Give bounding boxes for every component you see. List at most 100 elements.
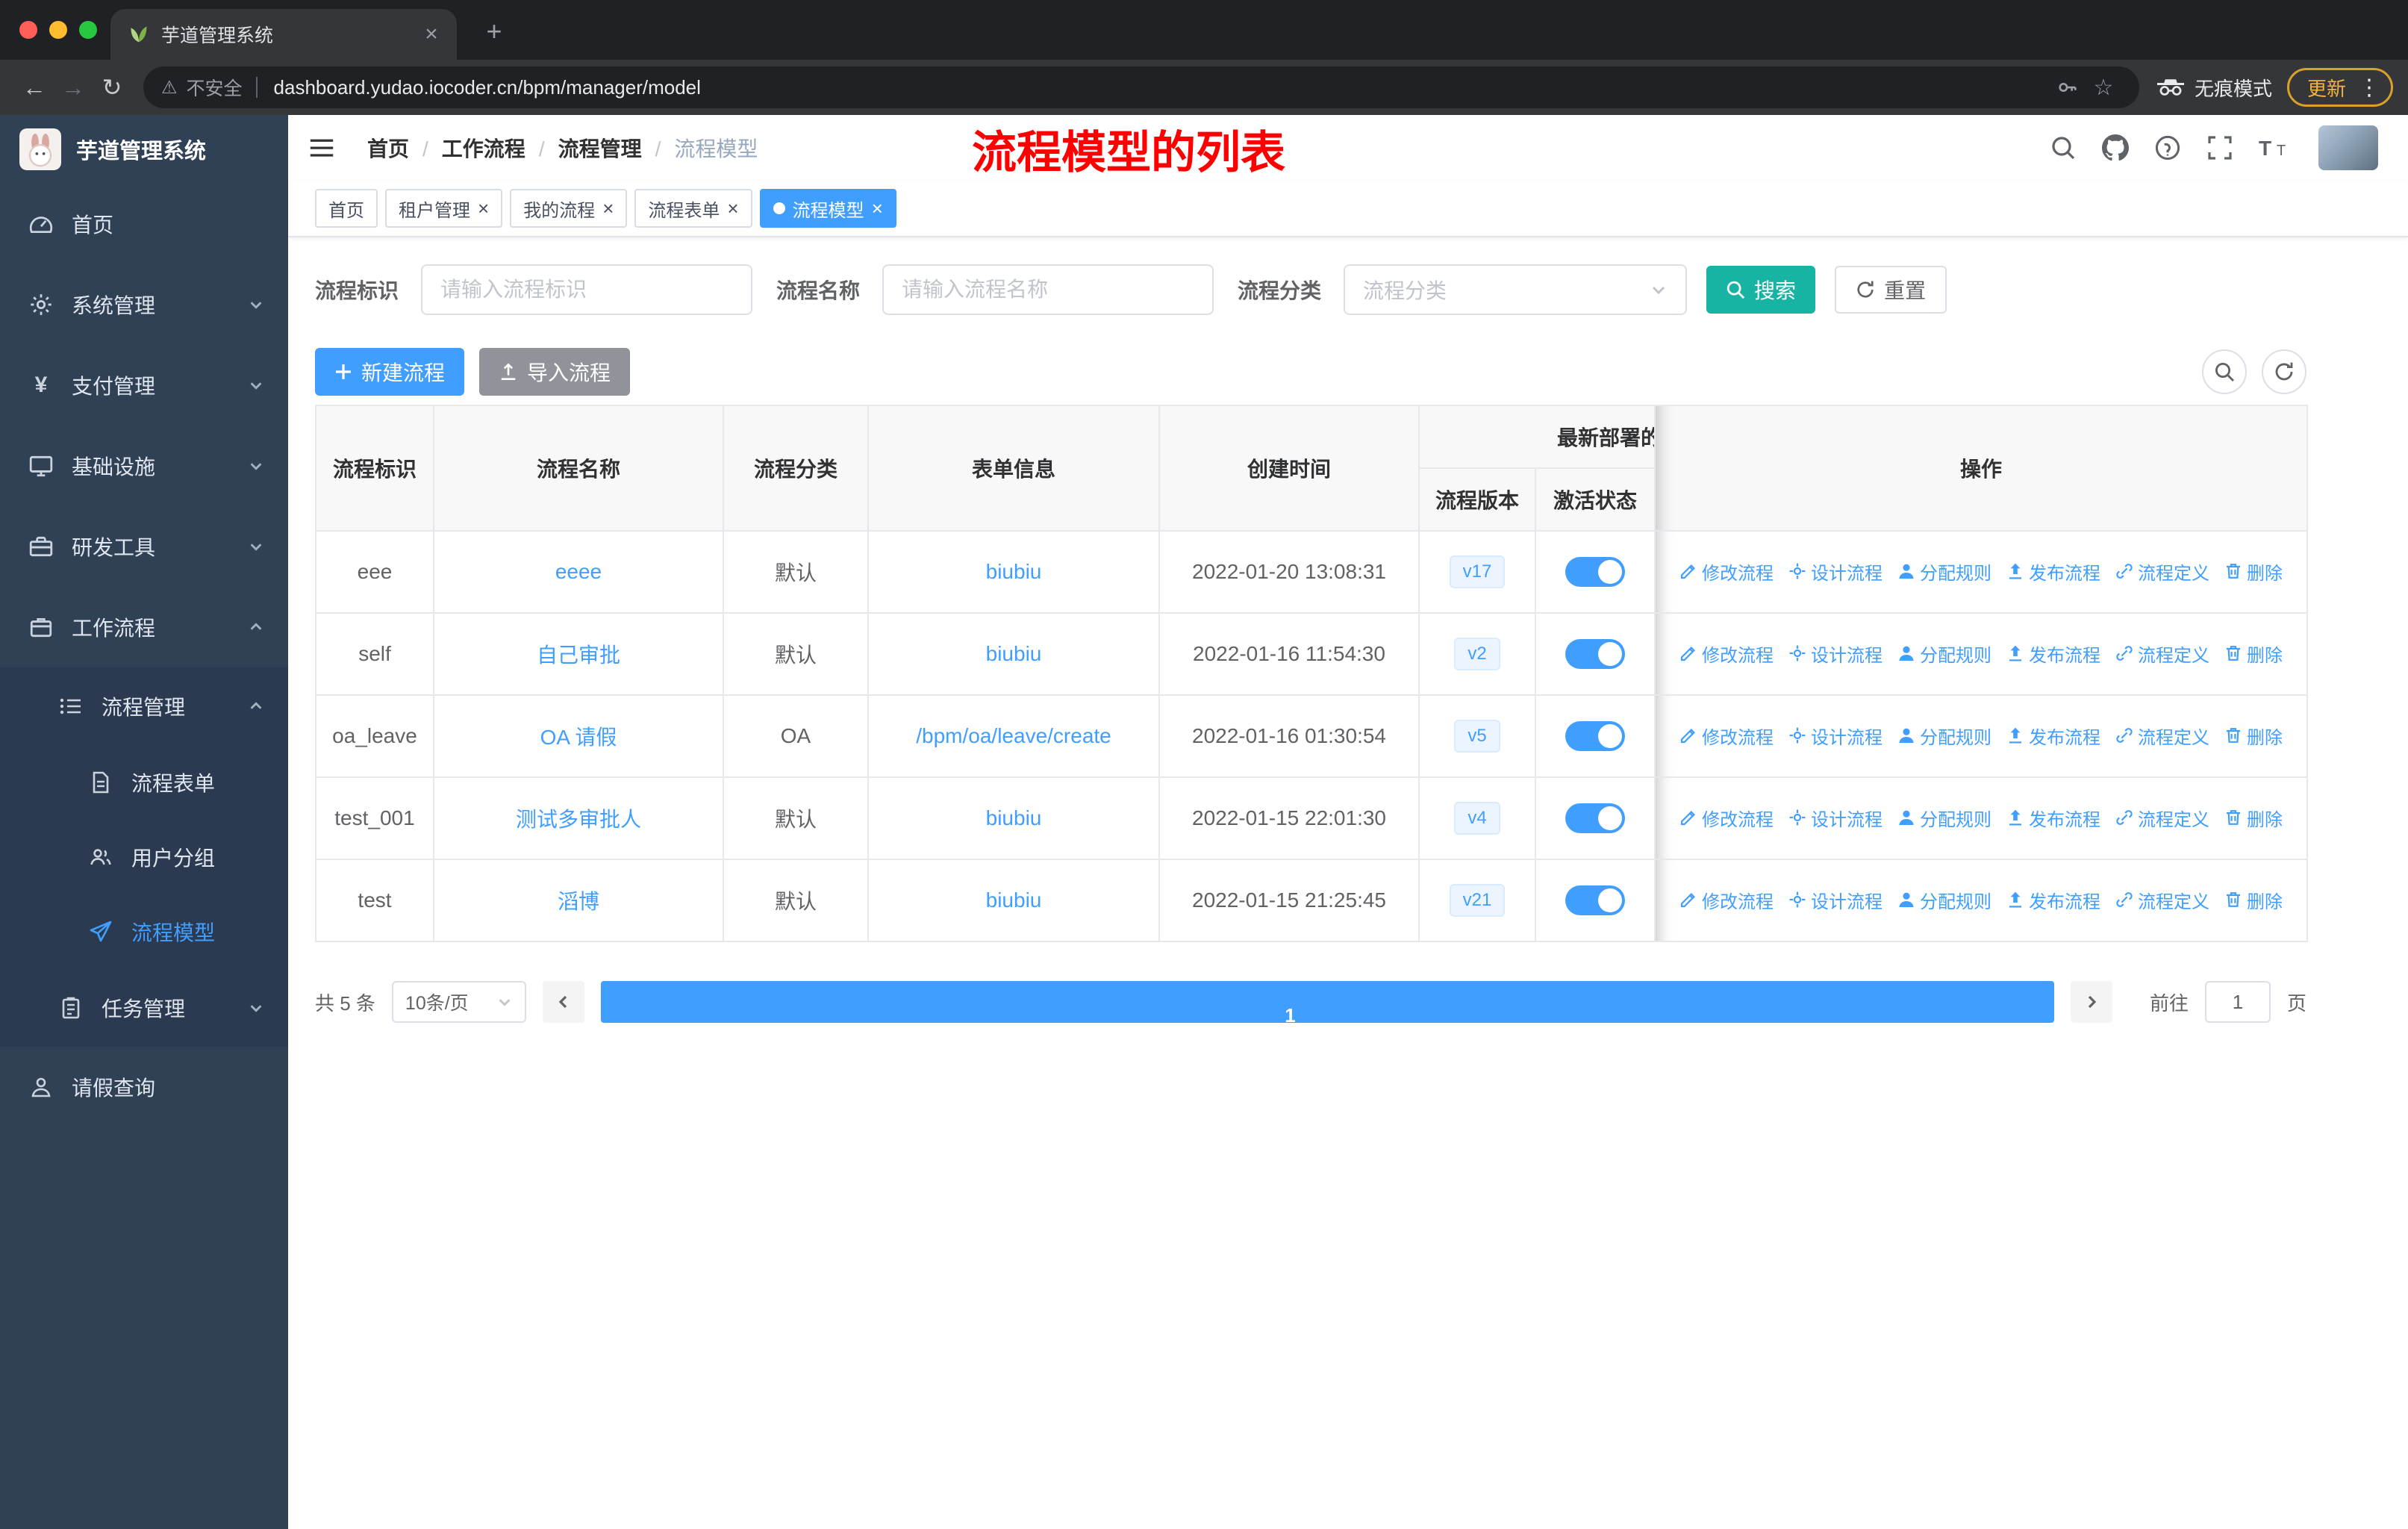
breadcrumb-process-management[interactable]: 流程管理 <box>558 133 675 163</box>
breadcrumb-home[interactable]: 首页 <box>367 133 442 163</box>
tag-tenant-management[interactable]: 租户管理 <box>385 189 503 228</box>
assign-rule-link[interactable]: 分配规则 <box>1897 887 1991 913</box>
refresh-table-button[interactable] <box>2262 349 2306 394</box>
sidebar-item-workflow[interactable]: 工作流程 <box>0 587 288 667</box>
browser-tab[interactable]: 芋道管理系统 <box>110 9 457 60</box>
process-definition-link[interactable]: 流程定义 <box>2115 641 2209 667</box>
browser-update-button[interactable]: 更新 <box>2286 68 2393 107</box>
modify-process-link[interactable]: 修改流程 <box>1679 805 1774 831</box>
publish-process-link[interactable]: 发布流程 <box>2006 723 2100 749</box>
process-definition-link[interactable]: 流程定义 <box>2115 558 2209 585</box>
form-info-link[interactable]: biubiu <box>986 888 1042 912</box>
toggle-search-button[interactable] <box>2202 349 2247 394</box>
bookmark-star-icon[interactable] <box>2086 75 2121 101</box>
design-process-link[interactable]: 设计流程 <box>1788 558 1883 585</box>
delete-link[interactable]: 删除 <box>2224 641 2283 667</box>
activation-toggle[interactable] <box>1565 721 1625 751</box>
tag-process-form[interactable]: 流程表单 <box>634 189 752 228</box>
modify-process-link[interactable]: 修改流程 <box>1679 887 1774 913</box>
modify-process-link[interactable]: 修改流程 <box>1679 558 1774 585</box>
search-button[interactable]: 搜索 <box>1706 266 1816 314</box>
page-number-1[interactable]: 1 <box>600 981 2054 1027</box>
sidebar-item-devtools[interactable]: 研发工具 <box>0 506 288 587</box>
sidebar-item-process-form[interactable]: 流程表单 <box>0 745 288 820</box>
reset-button[interactable]: 重置 <box>1835 266 1947 314</box>
delete-link[interactable]: 删除 <box>2224 723 2283 749</box>
close-icon[interactable] <box>602 197 614 220</box>
sidebar-item-home[interactable]: 首页 <box>0 184 288 264</box>
goto-page-input[interactable] <box>2204 981 2271 1023</box>
breadcrumb-workflow[interactable]: 工作流程 <box>442 133 558 163</box>
github-icon[interactable] <box>2102 134 2129 161</box>
modify-process-link[interactable]: 修改流程 <box>1679 723 1774 749</box>
security-warning-icon[interactable] <box>161 77 178 99</box>
delete-link[interactable]: 删除 <box>2224 558 2283 585</box>
prev-page-button[interactable] <box>542 981 584 1023</box>
process-name-input[interactable] <box>882 264 1214 315</box>
process-definition-link[interactable]: 流程定义 <box>2115 805 2209 831</box>
tag-my-process[interactable]: 我的流程 <box>510 189 628 228</box>
process-key-input[interactable] <box>421 264 753 315</box>
close-icon[interactable] <box>872 197 883 220</box>
form-info-link[interactable]: biubiu <box>986 560 1042 583</box>
search-icon[interactable] <box>2050 134 2077 161</box>
process-name-link[interactable]: 测试多审批人 <box>516 808 641 831</box>
assign-rule-link[interactable]: 分配规则 <box>1897 723 1991 749</box>
sidebar-item-process-management[interactable]: 流程管理 <box>0 667 288 745</box>
assign-rule-link[interactable]: 分配规则 <box>1897 558 1991 585</box>
process-name-link[interactable]: 自己审批 <box>537 644 620 667</box>
form-info-link[interactable]: biubiu <box>986 806 1042 829</box>
forward-button[interactable] <box>54 68 93 107</box>
new-tab-button[interactable] <box>478 15 511 48</box>
design-process-link[interactable]: 设计流程 <box>1788 723 1883 749</box>
sidebar-item-payment[interactable]: 支付管理 <box>0 345 288 426</box>
tag-home[interactable]: 首页 <box>315 189 378 228</box>
zoom-window-button[interactable] <box>79 21 97 39</box>
publish-process-link[interactable]: 发布流程 <box>2006 558 2100 585</box>
sidebar-toggle-icon[interactable] <box>308 134 336 162</box>
password-key-icon[interactable] <box>2050 76 2086 99</box>
assign-rule-link[interactable]: 分配规则 <box>1897 641 1991 667</box>
publish-process-link[interactable]: 发布流程 <box>2006 641 2100 667</box>
design-process-link[interactable]: 设计流程 <box>1788 887 1883 913</box>
sidebar-item-task-management[interactable]: 任务管理 <box>0 969 288 1047</box>
activation-toggle[interactable] <box>1565 557 1625 587</box>
avatar[interactable] <box>2318 125 2378 170</box>
close-window-button[interactable] <box>19 21 37 39</box>
form-info-link[interactable]: biubiu <box>986 642 1042 665</box>
tag-process-model[interactable]: 流程模型 <box>759 189 896 228</box>
form-info-link[interactable]: /bpm/oa/leave/create <box>916 724 1111 747</box>
sidebar-item-user-group[interactable]: 用户分组 <box>0 820 288 894</box>
activation-toggle[interactable] <box>1565 639 1625 669</box>
publish-process-link[interactable]: 发布流程 <box>2006 805 2100 831</box>
browser-menu-icon[interactable] <box>2358 75 2380 101</box>
assign-rule-link[interactable]: 分配规则 <box>1897 805 1991 831</box>
sidebar-item-process-model[interactable]: 流程模型 <box>0 894 288 969</box>
fullscreen-icon[interactable] <box>2206 134 2233 161</box>
process-name-link[interactable]: 滔博 <box>558 890 599 913</box>
process-definition-link[interactable]: 流程定义 <box>2115 887 2209 913</box>
create-process-button[interactable]: 新建流程 <box>315 348 465 396</box>
category-select[interactable]: 流程分类 <box>1344 264 1688 315</box>
activation-toggle[interactable] <box>1565 885 1625 915</box>
page-size-select[interactable]: 10条/页 <box>391 981 526 1023</box>
close-icon[interactable] <box>478 197 489 220</box>
activation-toggle[interactable] <box>1565 803 1625 833</box>
import-process-button[interactable]: 导入流程 <box>479 348 631 396</box>
delete-link[interactable]: 删除 <box>2224 805 2283 831</box>
sidebar-item-infrastructure[interactable]: 基础设施 <box>0 426 288 506</box>
sidebar-item-system[interactable]: 系统管理 <box>0 264 288 345</box>
tab-close-icon[interactable] <box>418 21 445 48</box>
design-process-link[interactable]: 设计流程 <box>1788 805 1883 831</box>
app-logo[interactable]: 芋道管理系统 <box>0 115 288 184</box>
security-label[interactable]: 不安全 <box>187 74 243 101</box>
design-process-link[interactable]: 设计流程 <box>1788 641 1883 667</box>
help-icon[interactable] <box>2154 134 2181 161</box>
address-bar[interactable]: 不安全 dashboard.yudao.iocoder.cn/bpm/manag… <box>143 66 2139 108</box>
sidebar-item-leave-query[interactable]: 请假查询 <box>0 1047 288 1127</box>
delete-link[interactable]: 删除 <box>2224 887 2283 913</box>
url-text[interactable]: dashboard.yudao.iocoder.cn/bpm/manager/m… <box>274 76 2050 99</box>
process-definition-link[interactable]: 流程定义 <box>2115 723 2209 749</box>
reload-button[interactable] <box>93 68 131 107</box>
publish-process-link[interactable]: 发布流程 <box>2006 887 2100 913</box>
